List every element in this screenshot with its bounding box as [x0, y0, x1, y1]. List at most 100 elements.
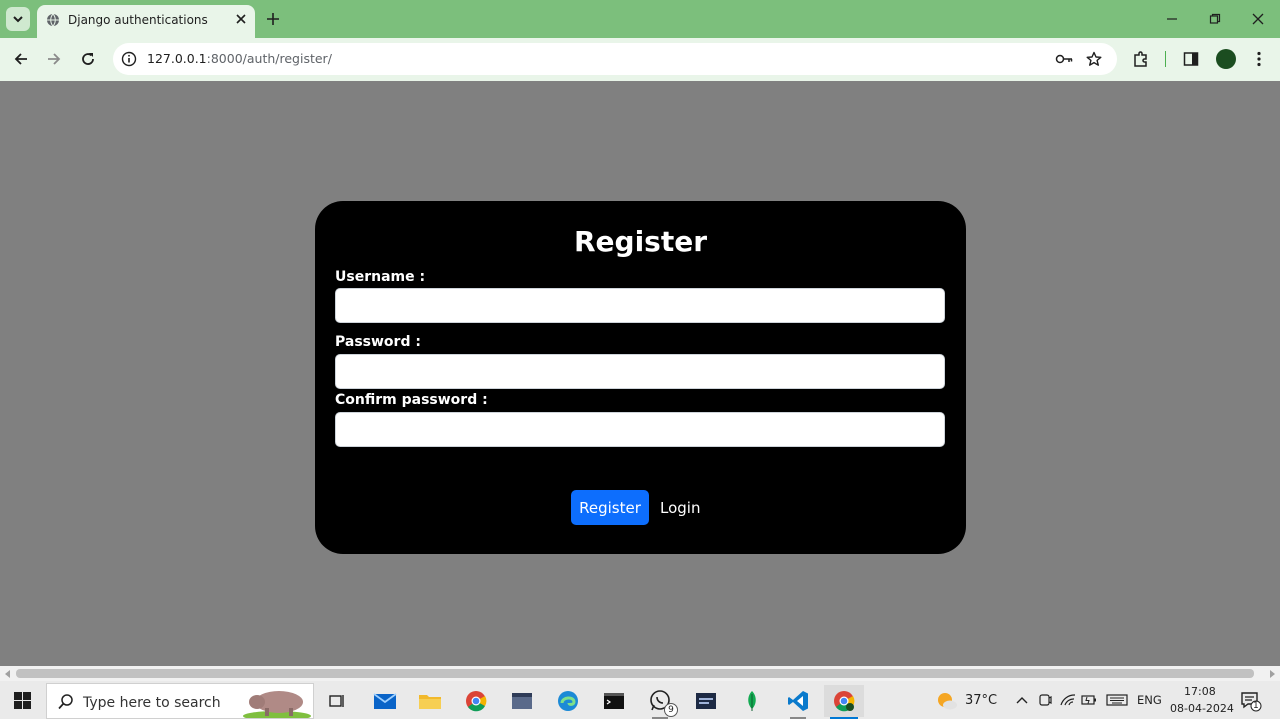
confirm-password-input[interactable]: [335, 412, 945, 447]
page-viewport: Register Username : Password : Confirm p…: [0, 81, 1280, 666]
touch-keyboard-button[interactable]: [1106, 692, 1128, 708]
horizontal-scrollbar[interactable]: [0, 666, 1280, 681]
clock-time[interactable]: 17:08: [1184, 685, 1216, 698]
edge-icon: [558, 691, 578, 711]
login-link[interactable]: Login: [660, 499, 700, 517]
show-hidden-icons-button[interactable]: [1014, 692, 1030, 708]
chrome-icon: [466, 691, 487, 712]
username-label: Username :: [335, 269, 426, 285]
file-explorer-app[interactable]: [410, 685, 450, 717]
extensions-button[interactable]: [1131, 49, 1151, 69]
vscode-app[interactable]: [778, 685, 818, 719]
scroll-right-arrow[interactable]: [1268, 669, 1276, 678]
close-icon: [1252, 13, 1264, 25]
clock-date[interactable]: 08-04-2024: [1170, 702, 1234, 715]
key-icon: [1055, 54, 1073, 64]
chevron-up-icon: [1016, 697, 1028, 704]
network-button[interactable]: [1060, 692, 1076, 708]
battery-button[interactable]: [1081, 692, 1097, 708]
plus-icon: [267, 13, 279, 25]
url-text: 127.0.0.1:8000/auth/register/: [147, 51, 332, 66]
password-key-button[interactable]: [1055, 50, 1073, 68]
tab-close-button[interactable]: [233, 11, 249, 27]
new-tab-button[interactable]: [263, 9, 283, 29]
back-button[interactable]: [9, 47, 33, 71]
form-title: Register: [573, 225, 708, 258]
app-window-icon: [696, 693, 716, 709]
username-input[interactable]: [335, 288, 945, 323]
info-icon[interactable]: [121, 51, 137, 67]
mongodb-app[interactable]: [732, 685, 772, 717]
globe-icon: [47, 13, 59, 27]
task-view-button[interactable]: [317, 685, 357, 717]
sidepanel-icon: [1183, 52, 1199, 66]
terminal-icon: [604, 693, 624, 709]
register-button[interactable]: Register: [571, 490, 649, 525]
leaf-icon: [748, 691, 756, 711]
edge-app[interactable]: [548, 685, 588, 717]
scrollbar-thumb[interactable]: [16, 669, 1254, 678]
bookmark-button[interactable]: [1085, 50, 1103, 68]
back-icon: [14, 53, 27, 65]
notifications-button[interactable]: 1: [1240, 690, 1262, 712]
forward-icon: [48, 53, 61, 65]
url-path: :8000/auth/register/: [206, 51, 332, 66]
password-input[interactable]: [335, 354, 945, 389]
meet-now-button[interactable]: [1037, 692, 1053, 708]
reload-icon: [82, 53, 94, 65]
chrome-app[interactable]: [456, 685, 496, 717]
keyboard-icon: [1106, 694, 1128, 706]
weather-temperature[interactable]: 37°C: [965, 693, 997, 708]
browser-toolbar: 127.0.0.1:8000/auth/register/: [0, 38, 1280, 81]
scroll-left-arrow[interactable]: [4, 669, 12, 678]
wifi-icon: [1060, 694, 1076, 706]
task-view-icon: [329, 695, 344, 707]
search-icon: [58, 694, 73, 710]
address-bar[interactable]: 127.0.0.1:8000/auth/register/: [113, 43, 1117, 75]
restore-icon: [1209, 13, 1221, 24]
app-window-icon: [512, 693, 532, 709]
weather-icon[interactable]: [936, 691, 958, 711]
search-highlight-image: [243, 691, 311, 718]
vscode-icon: [788, 691, 808, 711]
browser-menu-button[interactable]: [1249, 49, 1269, 69]
minimize-button[interactable]: [1159, 6, 1185, 32]
folder-icon: [419, 695, 441, 709]
whatsapp-app[interactable]: 9: [640, 685, 680, 719]
extensions-icon: [1134, 51, 1147, 67]
browser-tab[interactable]: Django authentications: [37, 5, 255, 38]
profile-avatar[interactable]: [1216, 49, 1236, 69]
chrome-icon: [834, 691, 855, 712]
notification-count: 1: [1253, 701, 1259, 711]
mail-app[interactable]: [365, 685, 405, 717]
forward-button[interactable]: [42, 47, 66, 71]
whatsapp-badge: 9: [664, 703, 678, 717]
toolbar-separator: [1165, 51, 1166, 67]
close-window-button[interactable]: [1245, 6, 1271, 32]
confirm-password-label: Confirm password :: [335, 392, 488, 408]
windows-taskbar: Type here to search 9 37°C ENG 17:08 08-…: [0, 681, 1280, 719]
triangle-right-icon: [1270, 669, 1275, 678]
restore-button[interactable]: [1202, 6, 1228, 32]
search-placeholder: Type here to search: [83, 695, 221, 711]
camera-icon: [1039, 694, 1052, 706]
app-window-1[interactable]: [502, 685, 542, 717]
tab-search-button[interactable]: [6, 7, 30, 31]
app-window-2[interactable]: [686, 685, 726, 717]
tab-title: Django authentications: [68, 13, 208, 27]
taskbar-search[interactable]: Type here to search: [46, 683, 314, 719]
terminal-app[interactable]: [594, 685, 634, 717]
close-icon: [236, 14, 246, 24]
register-card: Register Username : Password : Confirm p…: [315, 201, 966, 554]
tab-strip: Django authentications: [0, 0, 1280, 38]
triangle-left-icon: [5, 669, 10, 678]
mail-icon: [373, 693, 397, 709]
battery-icon: [1081, 695, 1096, 705]
side-panel-button[interactable]: [1181, 49, 1201, 69]
chrome-app-active[interactable]: [824, 685, 864, 719]
password-label: Password :: [335, 334, 421, 350]
minimize-icon: [1167, 18, 1177, 20]
reload-button[interactable]: [76, 47, 100, 71]
windows-icon[interactable]: [14, 692, 31, 709]
input-language[interactable]: ENG: [1137, 693, 1162, 707]
